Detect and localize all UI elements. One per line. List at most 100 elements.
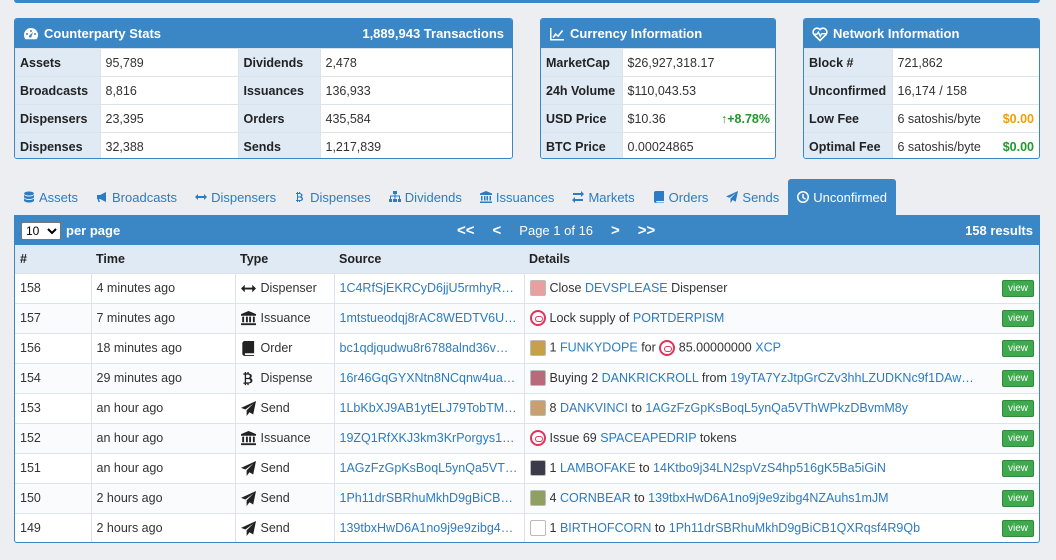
details-fragment: Dispenser bbox=[667, 281, 728, 295]
tab-assets[interactable]: Assets bbox=[14, 179, 87, 215]
row-type-wrap: Send bbox=[240, 490, 329, 506]
stats-row: Assets 95,789 Dividends 2,478 bbox=[15, 48, 512, 77]
table-toolbar: 10 per page << < Page 1 of 16 > >> 158 r… bbox=[15, 216, 1039, 245]
details-link[interactable]: 1AGzFzGpKsBoqL5ynQa5VThWPkzDBvmM8y bbox=[645, 401, 908, 415]
counterparty-stats-title: Counterparty Stats bbox=[44, 26, 162, 41]
tab-dividends[interactable]: Dividends bbox=[380, 179, 471, 215]
row-type-label: Issuance bbox=[260, 311, 311, 325]
source-address-link[interactable]: 1LbKbXJ9AB1ytELJ79TobTM… bbox=[340, 401, 517, 415]
source-address-link[interactable]: 139tbxHwD6A1no9j9e9zibg4… bbox=[340, 521, 514, 535]
counterparty-stats-table: Assets 95,789 Dividends 2,478 Broadcasts 8,81… bbox=[15, 48, 512, 158]
first-page-button[interactable]: << bbox=[451, 222, 481, 239]
details-link[interactable]: XCP bbox=[755, 340, 781, 354]
row-type: Send bbox=[235, 482, 335, 513]
prev-page-button[interactable]: < bbox=[487, 222, 508, 239]
details-link[interactable]: 19yTA7YzJtpGrCZv3hhLZUDKNc9f1DAw… bbox=[730, 371, 973, 385]
details-link[interactable]: BIRTHOFCORN bbox=[560, 521, 651, 535]
tab-issuances[interactable]: Issuances bbox=[471, 179, 564, 215]
details-link[interactable]: DANKVINCI bbox=[560, 401, 628, 415]
details-link[interactable]: SPACEAPEDRIP bbox=[600, 431, 696, 445]
view-button[interactable]: view bbox=[1001, 399, 1034, 417]
clock-icon bbox=[797, 191, 810, 203]
dashboard-icon bbox=[24, 27, 38, 39]
row-source: 16r46GqGYXNtn8NCqnw4ua… bbox=[334, 362, 525, 393]
view-button[interactable]: view bbox=[1001, 519, 1034, 537]
top-accent-bar bbox=[14, 0, 1040, 3]
details-link[interactable]: FUNKYDOPE bbox=[560, 340, 638, 354]
stats-row: Dispenses 32,388 Sends 1,217,839 bbox=[15, 132, 512, 158]
asset-thumbnail bbox=[529, 370, 546, 386]
view-button[interactable]: view bbox=[1001, 369, 1034, 387]
view-button[interactable]: view bbox=[1001, 309, 1034, 327]
details-link[interactable]: PORTDERPISM bbox=[633, 311, 724, 325]
details-link[interactable]: 139tbxHwD6A1no9j9e9zibg4NZAuhs1mJM bbox=[648, 491, 888, 505]
per-page-select[interactable]: 10 bbox=[21, 221, 61, 240]
stat-value: 136,933 bbox=[320, 76, 512, 105]
row-source: 1Ph11drSBRhuMkhD9gBiCB… bbox=[334, 482, 525, 513]
tab-dispensers[interactable]: Dispensers bbox=[186, 179, 285, 215]
row-id: 150 bbox=[15, 482, 92, 513]
details-link[interactable]: DEVSPLEASE bbox=[585, 281, 668, 295]
details-link[interactable]: CORNBEAR bbox=[560, 491, 631, 505]
view-button[interactable]: view bbox=[1001, 489, 1034, 507]
details-link[interactable]: LAMBOFAKE bbox=[560, 461, 636, 475]
network-value-text: 6 satoshis/byte bbox=[897, 111, 981, 126]
source-address-link[interactable]: 1mtstueodqj8rAC8WEDTV6U… bbox=[340, 311, 517, 325]
last-page-button[interactable]: >> bbox=[632, 222, 662, 239]
stat-label: Orders bbox=[238, 104, 321, 133]
stat-value: 95,789 bbox=[100, 48, 239, 77]
tab-broadcasts[interactable]: Broadcasts bbox=[87, 179, 186, 215]
source-address-link[interactable]: 1C4RfSjEKRCyD6jjU5rmhyR… bbox=[340, 281, 514, 295]
currency-label: USD Price bbox=[541, 104, 623, 133]
network-row: Low Fee 6 satoshis/byte $0.00 bbox=[804, 104, 1039, 133]
bitcoin-icon bbox=[296, 192, 304, 202]
table-header-row: # Time Type Source Details bbox=[15, 245, 1039, 273]
tab-sends[interactable]: Sends bbox=[717, 179, 788, 215]
row-type: Send bbox=[235, 452, 335, 483]
source-address-link[interactable]: 1Ph11drSBRhuMkhD9gBiCB… bbox=[340, 491, 513, 505]
tab-label: Unconfirmed bbox=[813, 189, 887, 205]
table-row: 154 29 minutes ago Dispense 16r46GqGYXNtn8N… bbox=[15, 362, 1039, 393]
table-row: 149 2 hours ago Send 139tbxHwD6A1no9j9e9zib… bbox=[15, 512, 1039, 542]
source-address-link[interactable]: 16r46GqGYXNtn8NCqnw4ua… bbox=[340, 371, 516, 385]
stat-value: 2,478 bbox=[320, 48, 512, 77]
row-details: 1 LAMBOFAKE to 14Ktbo9j34LN2spVzS4hp516g… bbox=[524, 452, 1039, 483]
table-row: 150 2 hours ago Send 1Ph11drSBRhuMkhD9gBiCB… bbox=[15, 482, 1039, 513]
row-type: Send bbox=[235, 512, 335, 542]
view-button[interactable]: view bbox=[1001, 459, 1034, 477]
currency-label: 24h Volume bbox=[541, 76, 623, 105]
stat-value: 1,217,839 bbox=[320, 132, 512, 158]
network-value: 6 satoshis/byte $0.00 bbox=[892, 104, 1039, 133]
network-extra-text: $0.00 bbox=[1002, 139, 1034, 154]
view-button[interactable]: view bbox=[1001, 279, 1034, 297]
source-address-link[interactable]: bc1qdjqudwu8r6788alnd36v… bbox=[340, 341, 509, 355]
currency-extra: ↑+8.78% bbox=[721, 112, 770, 126]
transactions-count: 1,889,943 Transactions bbox=[362, 26, 504, 41]
details-wrap: Issue 69 SPACEAPEDRIP tokens view bbox=[529, 429, 1034, 447]
bank-icon bbox=[240, 430, 256, 445]
details-fragment: 1 bbox=[549, 340, 560, 355]
row-type-wrap: Send bbox=[240, 460, 329, 476]
source-address-link[interactable]: 1AGzFzGpKsBoqL5ynQa5VT… bbox=[340, 461, 518, 475]
stat-label: Broadcasts bbox=[15, 76, 101, 105]
tab-dispenses[interactable]: Dispenses bbox=[285, 179, 380, 215]
details-link[interactable]: 1Ph11drSBRhuMkhD9gBiCB1QXRqsf4R9Qb bbox=[669, 521, 920, 535]
next-page-button[interactable]: > bbox=[605, 222, 626, 239]
row-type-wrap: Issuance bbox=[240, 310, 329, 326]
details-link[interactable]: 14Ktbo9j34LN2spVzS4hp516gK5Ba5iGiN bbox=[653, 461, 886, 475]
stats-row: Broadcasts 8,816 Issuances 136,933 bbox=[15, 76, 512, 105]
stat-label: Dispensers bbox=[15, 104, 101, 133]
tab-unconfirmed[interactable]: Unconfirmed bbox=[788, 179, 896, 215]
details-fragment: 1 bbox=[549, 461, 560, 475]
tab-orders[interactable]: Orders bbox=[644, 179, 718, 215]
asset-thumbnail bbox=[529, 460, 546, 476]
details-link[interactable]: DANKRICKROLL bbox=[602, 371, 699, 385]
arrows-h-icon bbox=[240, 284, 256, 292]
line-chart-icon bbox=[550, 27, 564, 40]
view-button[interactable]: view bbox=[1001, 429, 1034, 447]
source-address-link[interactable]: 19ZQ1RfXKJ3km3KrPorgys1… bbox=[340, 431, 515, 445]
view-button[interactable]: view bbox=[1001, 339, 1034, 357]
details-fragment: to bbox=[635, 461, 654, 475]
tab-markets[interactable]: Markets bbox=[563, 179, 643, 215]
details-fragment: to bbox=[628, 401, 646, 415]
